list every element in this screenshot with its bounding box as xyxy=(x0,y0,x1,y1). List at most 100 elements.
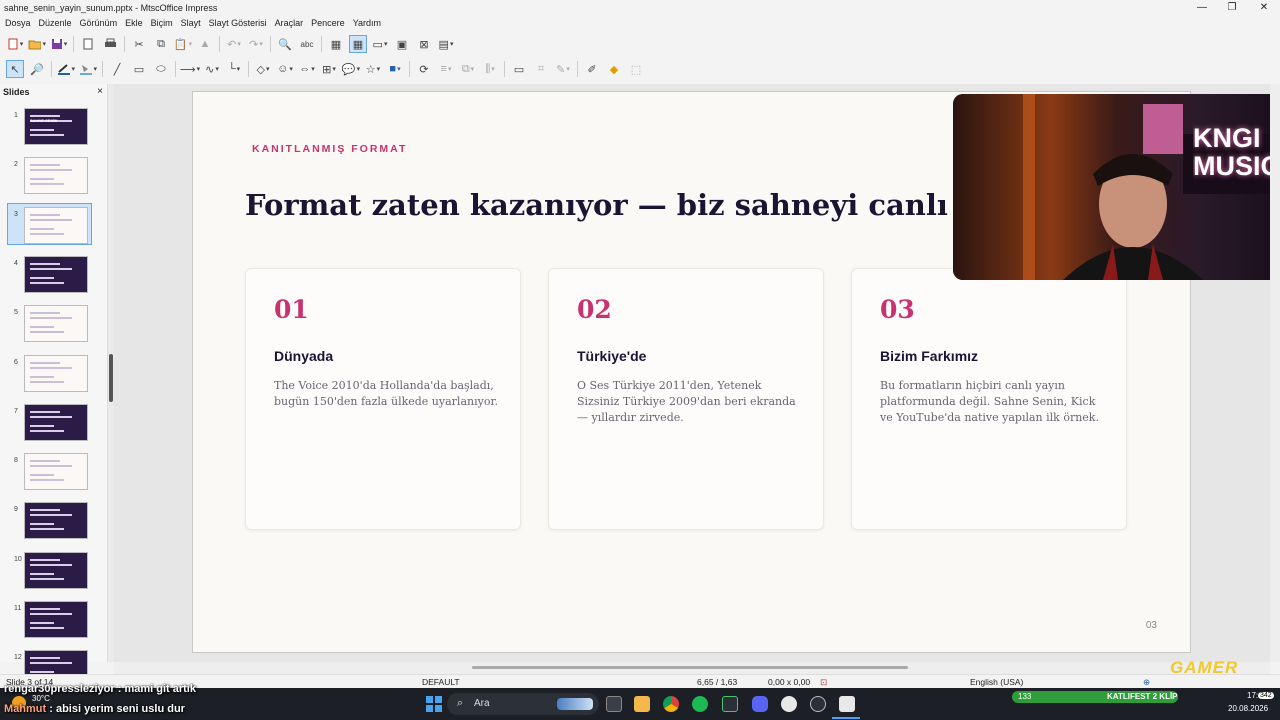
rotate-icon[interactable]: ⟳ xyxy=(415,60,433,78)
line-tool-icon[interactable]: ╱ xyxy=(108,60,126,78)
helplines-icon[interactable]: ▦ xyxy=(349,35,367,53)
menu-window[interactable]: Pencere xyxy=(311,18,345,28)
language-indicator[interactable]: English (USA) xyxy=(970,677,1023,687)
cut-icon[interactable]: ✂ xyxy=(130,35,148,53)
grid-icon[interactable]: ▦ xyxy=(327,35,345,53)
callouts-icon[interactable]: 💬 xyxy=(342,60,360,78)
slide-thumbnail-number: 3 xyxy=(14,210,18,218)
connector-tool-icon[interactable]: └ xyxy=(225,60,243,78)
slide-thumbnail[interactable]: 1 SAHNE SENİN xyxy=(0,108,108,154)
redo-icon[interactable]: ↷ xyxy=(247,35,265,53)
slide-thumbnail[interactable]: 3 xyxy=(0,206,108,253)
rectangle-tool-icon[interactable]: ▭ xyxy=(130,60,148,78)
info-card[interactable]: 02 Türkiye'de O Ses Türkiye 2011'den, Ye… xyxy=(548,268,824,530)
slide-thumbnail[interactable]: 5 xyxy=(0,305,108,351)
points-icon[interactable]: ✐ xyxy=(583,60,601,78)
thumbnail-text-line xyxy=(30,312,60,315)
copy-icon[interactable]: ⧉ xyxy=(152,35,170,53)
info-card[interactable]: 01 Dünyada The Voice 2010'da Hollanda'da… xyxy=(245,268,521,530)
windows-start-icon[interactable] xyxy=(426,696,442,712)
discord-icon[interactable] xyxy=(752,696,768,712)
minimize-button[interactable]: — xyxy=(1186,0,1218,15)
line-color-icon[interactable] xyxy=(57,60,75,78)
print-icon[interactable] xyxy=(101,35,119,53)
curve-tool-icon[interactable]: ∿ xyxy=(203,60,221,78)
slide-thumbnail[interactable]: 9 xyxy=(0,502,108,548)
clone-format-icon[interactable]: ▲ xyxy=(196,35,214,53)
stars-icon[interactable]: ☆ xyxy=(364,60,382,78)
glue-points-icon[interactable]: ◆ xyxy=(605,60,623,78)
splitter-handle[interactable] xyxy=(109,354,113,402)
impress-icon[interactable] xyxy=(839,696,855,712)
scrollbar-thumb[interactable] xyxy=(472,666,908,669)
taskbar-search[interactable]: ⌕ Ara xyxy=(447,693,599,715)
info-card[interactable]: 03 Bizim Farkımız Bu formatların hiçbiri… xyxy=(851,268,1127,530)
slide-thumbnail-image xyxy=(24,551,88,589)
chrome-icon[interactable] xyxy=(663,696,679,712)
filter-icon[interactable]: ✎ xyxy=(554,60,572,78)
slide-thumbnail[interactable]: 7 xyxy=(0,403,108,450)
file-explorer-icon[interactable] xyxy=(634,696,650,712)
horizontal-scrollbar[interactable] xyxy=(114,662,1270,674)
distribute-icon[interactable]: ⫼ xyxy=(481,60,499,78)
basic-shapes-icon[interactable]: ◇ xyxy=(254,60,272,78)
slide-thumbnail[interactable]: 11 xyxy=(0,601,108,647)
menu-slide[interactable]: Slayt xyxy=(181,18,201,28)
new-icon[interactable] xyxy=(6,35,24,53)
thumbnail-text-line xyxy=(30,577,64,580)
menu-format[interactable]: Biçim xyxy=(151,18,173,28)
symbol-shapes-icon[interactable]: ☺ xyxy=(276,60,294,78)
arrange-icon[interactable]: ⧉ xyxy=(459,60,477,78)
notification-count[interactable]: 342 xyxy=(1258,692,1274,699)
menu-file[interactable]: Dosya xyxy=(5,18,31,28)
thumbnail-text-line xyxy=(30,528,64,531)
slide-thumbnail[interactable]: 4 xyxy=(0,255,108,302)
paste-icon[interactable]: 📋 xyxy=(174,35,192,53)
vertical-scrollbar[interactable] xyxy=(1270,84,1280,662)
menu-edit[interactable]: Düzenle xyxy=(39,18,72,28)
slide-layout-icon[interactable]: ▤ xyxy=(437,35,455,53)
menu-view[interactable]: Görünüm xyxy=(80,18,118,28)
obs-icon[interactable] xyxy=(810,696,826,712)
slide-thumbnail[interactable]: 2 xyxy=(0,157,108,203)
slide-thumbnail[interactable]: 8 xyxy=(0,453,108,499)
shadow-icon[interactable]: ▭ xyxy=(510,60,528,78)
select-tool-icon[interactable]: ↖ xyxy=(6,60,24,78)
align-icon[interactable]: ≡ xyxy=(437,60,455,78)
display-views-icon[interactable]: ▭ xyxy=(371,35,389,53)
restore-button[interactable]: ❐ xyxy=(1216,0,1248,15)
export-pdf-icon[interactable] xyxy=(79,35,97,53)
close-button[interactable]: ✕ xyxy=(1248,0,1280,15)
menu-insert[interactable]: Ekle xyxy=(125,18,143,28)
open-folder-icon[interactable] xyxy=(28,35,46,53)
menu-slideshow[interactable]: Slayt Gösterisi xyxy=(209,18,267,28)
close-pane-icon[interactable]: × xyxy=(97,86,103,97)
slide-thumbnail[interactable]: 10 xyxy=(0,551,108,598)
menu-help[interactable]: Yardım xyxy=(353,18,381,28)
find-replace-icon[interactable]: 🔍 xyxy=(276,35,294,53)
ellipse-tool-icon[interactable]: ⬭ xyxy=(152,60,170,78)
active-app-indicator xyxy=(832,717,860,719)
arrow-line-icon[interactable]: ⟶ xyxy=(180,60,199,78)
menu-tools[interactable]: Araçlar xyxy=(275,18,304,28)
crop-icon[interactable]: ⌗ xyxy=(532,60,550,78)
delete-slide-icon[interactable]: ⊠ xyxy=(415,35,433,53)
master-slide-icon[interactable]: ▣ xyxy=(393,35,411,53)
flowchart-icon[interactable]: ⊞ xyxy=(320,60,338,78)
zoom-pan-icon[interactable]: 🔎 xyxy=(28,60,46,78)
fit-slide-icon[interactable]: ⊕ xyxy=(1143,677,1150,688)
block-arrows-icon[interactable]: ⇔ xyxy=(298,60,316,78)
task-view-icon[interactable] xyxy=(606,696,622,712)
spotify-icon[interactable] xyxy=(692,696,708,712)
save-icon[interactable] xyxy=(50,35,68,53)
app-icon[interactable] xyxy=(781,696,797,712)
app-icon[interactable] xyxy=(722,696,738,712)
fill-color-icon[interactable] xyxy=(79,60,97,78)
3d-objects-icon[interactable]: ■ xyxy=(386,60,404,78)
slide-thumbnail[interactable]: 6 xyxy=(0,354,108,401)
toggle-extrusion-icon[interactable]: ⬚ xyxy=(627,60,645,78)
thumbnail-text-line xyxy=(30,415,72,418)
spellcheck-icon[interactable]: abc xyxy=(298,35,316,53)
undo-icon[interactable]: ↶ xyxy=(225,35,243,53)
slide-thumbnail-number: 9 xyxy=(14,506,18,514)
